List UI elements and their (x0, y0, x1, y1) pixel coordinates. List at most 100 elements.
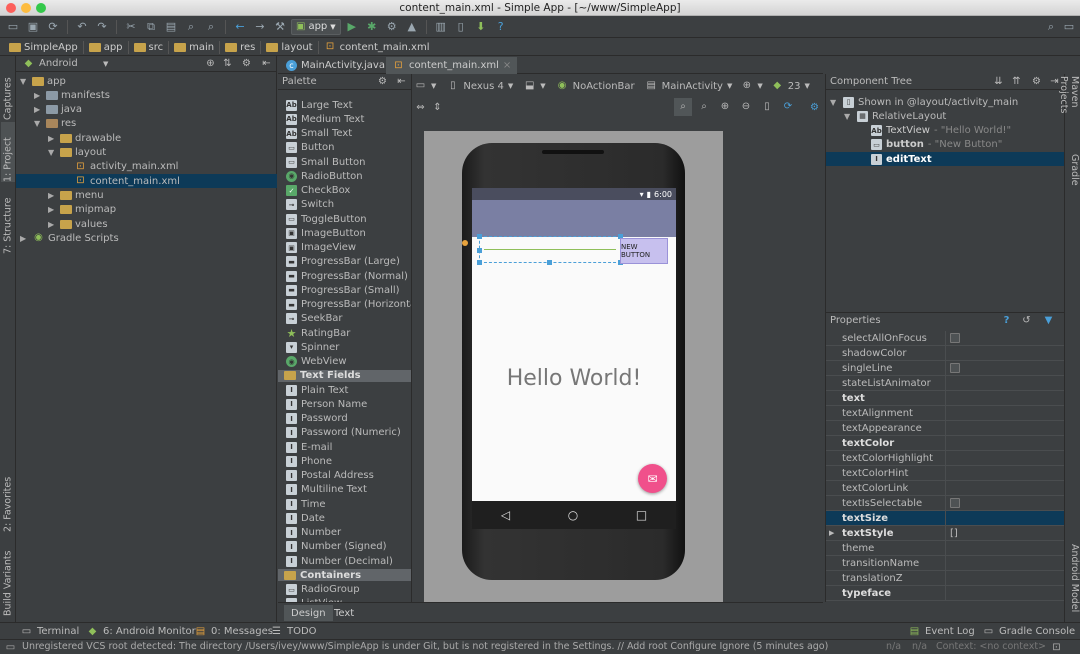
property-value[interactable]: [] (946, 528, 958, 539)
component-tree-item[interactable]: ▼ ▦ RelativeLayout (826, 109, 1065, 123)
build-icon[interactable]: ⚒ (271, 18, 289, 36)
palette-item[interactable]: ◉ RadioButton (286, 169, 363, 183)
palette-item[interactable]: ▬ ProgressBar (Small) (286, 283, 400, 297)
lock-icon[interactable]: ⊡ (1050, 641, 1063, 654)
palette-item[interactable]: Ab Large Text (286, 98, 353, 112)
tree-item[interactable]: ▶ manifests (16, 88, 277, 102)
cut-icon[interactable]: ✂ (122, 18, 140, 36)
zoom-out-icon[interactable]: ⊖ (737, 98, 755, 116)
tab-content-main[interactable]: ⊡ content_main.xml × (386, 57, 518, 74)
chevron-right-icon[interactable]: ▶ (48, 220, 57, 229)
help-icon[interactable]: ? (492, 18, 510, 36)
palette-item[interactable]: ◉ WebView (286, 355, 347, 369)
palette-item[interactable]: ▣ ImageView (286, 241, 356, 255)
tab-captures[interactable]: Captures (1, 60, 15, 120)
device-icon[interactable]: ▯ (446, 80, 459, 93)
palette-item[interactable]: I Number (Signed) (286, 540, 386, 554)
sync-icon[interactable]: ⊕ (204, 57, 217, 70)
palette-item[interactable]: I E-mail (286, 440, 332, 454)
status-message[interactable]: Unregistered VCS root detected: The dire… (22, 641, 828, 652)
minimize-window-button[interactable] (21, 3, 31, 13)
chevron-down-icon[interactable]: ▼ (48, 148, 57, 157)
palette-item[interactable]: I Number (286, 526, 341, 540)
palette-group-text-fields[interactable]: Text Fields (278, 369, 411, 382)
palette-group-containers[interactable]: Containers (278, 569, 411, 582)
property-row[interactable]: singleLine (826, 360, 1065, 376)
undo-icon[interactable]: ↶ (73, 18, 91, 36)
back-icon[interactable]: ← (231, 18, 249, 36)
property-row[interactable]: selectAllOnFocus (826, 330, 1065, 346)
tab-favorites[interactable]: 2: Favorites (1, 466, 15, 532)
property-row[interactable]: textColorHint (826, 465, 1065, 481)
tab-android-model[interactable]: Android Model (1066, 544, 1080, 620)
avd-manager-icon[interactable]: ▯ (452, 18, 470, 36)
expand-all-icon[interactable]: ⇊ (992, 75, 1005, 88)
tab-main-activity[interactable]: c MainActivity.java × (280, 57, 403, 74)
sync-icon[interactable]: ⟳ (44, 18, 62, 36)
palette-item[interactable]: Ab Medium Text (286, 112, 364, 126)
collapse-all-icon[interactable]: ⇈ (1010, 75, 1023, 88)
android-monitor-tab[interactable]: ◆ 6: Android Monitor (86, 625, 196, 638)
property-row[interactable]: typeface (826, 585, 1065, 601)
palette-item[interactable]: I Person Name (286, 397, 367, 411)
event-log-tab[interactable]: ▤ Event Log (908, 625, 975, 638)
profile-icon[interactable]: ▲ (403, 18, 421, 36)
save-icon[interactable]: ▣ (24, 18, 42, 36)
palette-item[interactable]: I Plain Text (286, 383, 348, 397)
property-value[interactable] (946, 333, 960, 343)
settings-icon[interactable]: ⚙ (808, 101, 821, 114)
property-row[interactable]: textColorHighlight (826, 450, 1065, 466)
tab-structure[interactable]: 7: Structure (1, 188, 15, 254)
restore-default-icon[interactable]: ↺ (1020, 314, 1033, 327)
property-row[interactable]: textSize (826, 510, 1065, 526)
chevron-down-icon[interactable]: ▼ (20, 77, 29, 86)
chevron-down-icon[interactable]: ▼ (103, 60, 108, 68)
fit-width-icon[interactable]: ⇔ (414, 102, 427, 115)
edit-text-widget[interactable] (477, 234, 623, 265)
tree-item[interactable]: ▶ values (16, 217, 277, 231)
run-icon[interactable]: ▶ (343, 18, 361, 36)
property-checkbox[interactable] (950, 363, 960, 373)
fab-mail-icon[interactable]: ✉ (638, 464, 667, 493)
property-row[interactable]: textIsSelectable (826, 495, 1065, 511)
breadcrumb-item[interactable]: SimpleApp (4, 40, 84, 54)
layout-icon[interactable]: ▭ (414, 80, 427, 93)
paste-icon[interactable]: ▤ (162, 18, 180, 36)
hide-icon[interactable]: ⇤ (260, 57, 273, 70)
chevron-right-icon[interactable]: ▶ (20, 234, 29, 243)
palette-item[interactable]: I Number (Decimal) (286, 554, 393, 568)
close-tab-icon[interactable]: × (503, 60, 511, 71)
tree-item[interactable]: ▶ menu (16, 188, 277, 202)
screenshot-icon[interactable]: ▯ (758, 98, 776, 116)
breadcrumb-item[interactable]: layout (261, 40, 319, 54)
attach-debugger-icon[interactable]: ⚙ (383, 18, 401, 36)
todo-tab[interactable]: ☰ TODO (270, 625, 317, 638)
palette-item[interactable]: ✓ CheckBox (286, 184, 350, 198)
tab-text[interactable]: Text (327, 605, 361, 621)
chevron-right-icon[interactable]: ▶ (34, 91, 43, 100)
palette-item[interactable]: I Phone (286, 454, 332, 468)
collapse-all-icon[interactable]: ⇅ (221, 57, 234, 70)
messages-tab[interactable]: ▤ 0: Messages (194, 625, 273, 638)
hide-icon[interactable]: ⇤ (395, 75, 408, 88)
activity-icon[interactable]: ▤ (645, 80, 658, 93)
palette-item[interactable]: ▬ ProgressBar (Large) (286, 255, 400, 269)
chevron-right-icon[interactable]: ▶ (48, 134, 57, 143)
hello-world-text[interactable]: Hello World! (472, 366, 676, 391)
chevron-right-icon[interactable]: ▶ (34, 105, 43, 114)
open-icon[interactable]: ▭ (4, 18, 22, 36)
palette-item[interactable]: ▭ Small Button (286, 155, 365, 169)
component-tree-item[interactable]: ▭ button - "New Button" (826, 138, 1065, 152)
palette-item[interactable]: I Postal Address (286, 469, 374, 483)
property-checkbox[interactable] (950, 498, 960, 508)
property-value[interactable] (946, 363, 960, 373)
tree-item[interactable]: ▶ mipmap (16, 203, 277, 217)
gradle-console-tab[interactable]: ▭ Gradle Console (982, 625, 1075, 638)
component-tree-item[interactable]: Ab TextView - "Hello World!" (826, 124, 1065, 138)
palette-item[interactable]: Ab Small Text (286, 127, 352, 141)
anchor-handle[interactable] (462, 240, 468, 246)
android-api-icon[interactable]: ◆ (771, 80, 784, 93)
component-tree-item[interactable]: ▼ ▯ Shown in @layout/activity_main (826, 95, 1065, 109)
debug-icon[interactable]: ✱ (363, 18, 381, 36)
tree-item[interactable]: ⊡ activity_main.xml (16, 160, 277, 174)
